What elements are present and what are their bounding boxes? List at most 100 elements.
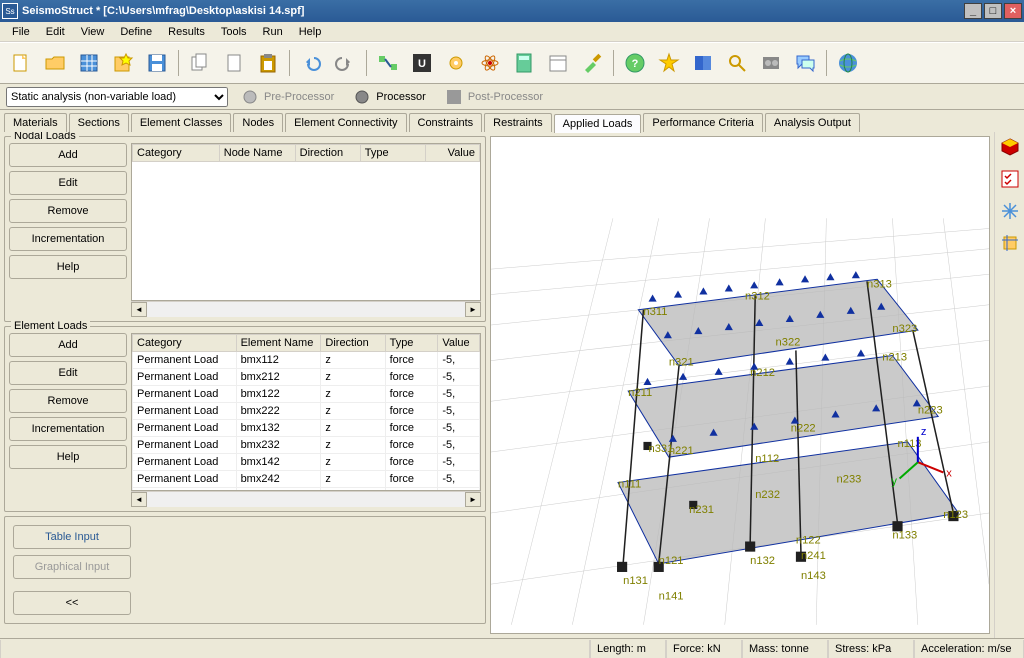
- element-loads-label: Element Loads: [11, 320, 90, 332]
- table-row[interactable]: Permanent Loadbmx142zforce-5,: [133, 454, 480, 471]
- svg-text:n222: n222: [791, 423, 816, 435]
- tab-element-classes[interactable]: Element Classes: [131, 113, 232, 132]
- table-row[interactable]: Permanent Loadbmx122zforce-5,: [133, 386, 480, 403]
- gear-icon: [240, 87, 260, 107]
- table-input-button[interactable]: Table Input: [13, 525, 131, 549]
- undo-icon[interactable]: [296, 48, 326, 78]
- nodal-loads-table[interactable]: Category Node Name Direction Type Value: [131, 143, 481, 301]
- input-mode-group: Table Input Graphical Input <<: [4, 516, 486, 624]
- table-row[interactable]: Permanent Loadbmx242zforce-5,: [133, 471, 480, 488]
- processor-button[interactable]: Processor: [346, 85, 432, 109]
- brush-icon[interactable]: [577, 48, 607, 78]
- grid-blue-icon[interactable]: [74, 48, 104, 78]
- open-icon[interactable]: [40, 48, 70, 78]
- menu-help[interactable]: Help: [291, 24, 330, 40]
- nodal-remove-button[interactable]: Remove: [9, 199, 127, 223]
- menu-file[interactable]: File: [4, 24, 38, 40]
- menu-view[interactable]: View: [73, 24, 113, 40]
- new-icon[interactable]: [6, 48, 36, 78]
- menu-edit[interactable]: Edit: [38, 24, 73, 40]
- wizard-icon[interactable]: [108, 48, 138, 78]
- square-icon: [444, 87, 464, 107]
- pre-processor-button[interactable]: Pre-Processor: [234, 85, 340, 109]
- doc-icon[interactable]: [219, 48, 249, 78]
- table-row[interactable]: Permanent Loadbmx222zforce-5,: [133, 403, 480, 420]
- svg-text:z: z: [921, 426, 927, 438]
- tab-constraints[interactable]: Constraints: [409, 113, 483, 132]
- paste-icon[interactable]: [253, 48, 283, 78]
- nodal-hscroll[interactable]: ◄►: [131, 301, 481, 317]
- u-icon[interactable]: U: [407, 48, 437, 78]
- video-icon[interactable]: [756, 48, 786, 78]
- table-row[interactable]: Permanent Loadbmx232zforce-5,: [133, 437, 480, 454]
- nodal-loads-group: Nodal Loads Add Edit Remove Incrementati…: [4, 136, 486, 322]
- post-processor-button[interactable]: Post-Processor: [438, 85, 549, 109]
- save-icon[interactable]: [142, 48, 172, 78]
- 3d-viewport[interactable]: n311n312n313 n321n322n323 n211n212n213 n…: [490, 136, 990, 634]
- globe-icon[interactable]: [833, 48, 863, 78]
- menu-run[interactable]: Run: [255, 24, 291, 40]
- window-title: SeismoStruct * [C:\Users\mfrag\Desktop\a…: [22, 5, 962, 17]
- checklist-icon[interactable]: [999, 168, 1021, 190]
- menu-tools[interactable]: Tools: [213, 24, 255, 40]
- connect-icon[interactable]: [373, 48, 403, 78]
- table-row[interactable]: Permanent Loadbmx112zforce-5,: [133, 352, 480, 369]
- star-icon[interactable]: [654, 48, 684, 78]
- nodal-loads-buttons: Add Edit Remove Incrementation Help: [9, 143, 127, 317]
- tab-applied-loads[interactable]: Applied Loads: [554, 114, 642, 133]
- menu-results[interactable]: Results: [160, 24, 213, 40]
- tab-sections[interactable]: Sections: [69, 113, 129, 132]
- maximize-button[interactable]: □: [984, 3, 1002, 19]
- nodal-incrementation-button[interactable]: Incrementation: [9, 227, 127, 251]
- crop-icon[interactable]: [999, 232, 1021, 254]
- svg-text:n321: n321: [669, 357, 694, 369]
- table-row[interactable]: Permanent Loadbmx132zforce-5,: [133, 420, 480, 437]
- titlebar: Ss SeismoStruct * [C:\Users\mfrag\Deskto…: [0, 0, 1024, 22]
- table-row[interactable]: Permanent Loadbmx212zforce-5,: [133, 369, 480, 386]
- svg-text:?: ?: [632, 58, 639, 70]
- 3d-cube-icon[interactable]: [999, 136, 1021, 158]
- svg-text:n121: n121: [659, 555, 684, 567]
- tab-element-connectivity[interactable]: Element Connectivity: [285, 113, 406, 132]
- close-button[interactable]: ×: [1004, 3, 1022, 19]
- calc-icon[interactable]: [509, 48, 539, 78]
- tab-materials[interactable]: Materials: [4, 113, 67, 132]
- chat-icon[interactable]: [790, 48, 820, 78]
- gear-icon[interactable]: [441, 48, 471, 78]
- graphical-input-button[interactable]: Graphical Input: [13, 555, 131, 579]
- tab-restraints[interactable]: Restraints: [484, 113, 552, 132]
- menu-define[interactable]: Define: [112, 24, 160, 40]
- book-icon[interactable]: [688, 48, 718, 78]
- minimize-button[interactable]: _: [964, 3, 982, 19]
- svg-text:n132: n132: [750, 555, 775, 567]
- tab-nodes[interactable]: Nodes: [233, 113, 283, 132]
- nodal-edit-button[interactable]: Edit: [9, 171, 127, 195]
- tab-performance-criteria[interactable]: Performance Criteria: [643, 113, 762, 132]
- nodal-add-button[interactable]: Add: [9, 143, 127, 167]
- copy-doc-icon[interactable]: [185, 48, 215, 78]
- svg-text:n211: n211: [628, 387, 652, 399]
- search-icon[interactable]: [722, 48, 752, 78]
- element-hscroll[interactable]: ◄►: [131, 491, 481, 507]
- help-icon[interactable]: ?: [620, 48, 650, 78]
- element-help-button[interactable]: Help: [9, 445, 127, 469]
- svg-text:n141: n141: [659, 590, 684, 602]
- nodal-help-button[interactable]: Help: [9, 255, 127, 279]
- calendar-icon[interactable]: [543, 48, 573, 78]
- status-mass: Mass: tonne: [742, 640, 828, 658]
- back-button[interactable]: <<: [13, 591, 131, 615]
- table-row[interactable]: Permanent Loadbmx113zforce-5,: [133, 488, 480, 492]
- app-icon: Ss: [2, 3, 18, 19]
- element-edit-button[interactable]: Edit: [9, 361, 127, 385]
- work-area: Nodal Loads Add Edit Remove Incrementati…: [0, 132, 1024, 638]
- redo-icon[interactable]: [330, 48, 360, 78]
- atom-icon[interactable]: [475, 48, 505, 78]
- element-incrementation-button[interactable]: Incrementation: [9, 417, 127, 441]
- snowflake-icon[interactable]: [999, 200, 1021, 222]
- analysis-type-dropdown[interactable]: Static analysis (non-variable load): [6, 87, 228, 107]
- element-remove-button[interactable]: Remove: [9, 389, 127, 413]
- tab-analysis-output[interactable]: Analysis Output: [765, 113, 860, 132]
- element-add-button[interactable]: Add: [9, 333, 127, 357]
- svg-text:y: y: [891, 476, 897, 488]
- element-loads-table[interactable]: Category Element Name Direction Type Val…: [131, 333, 481, 491]
